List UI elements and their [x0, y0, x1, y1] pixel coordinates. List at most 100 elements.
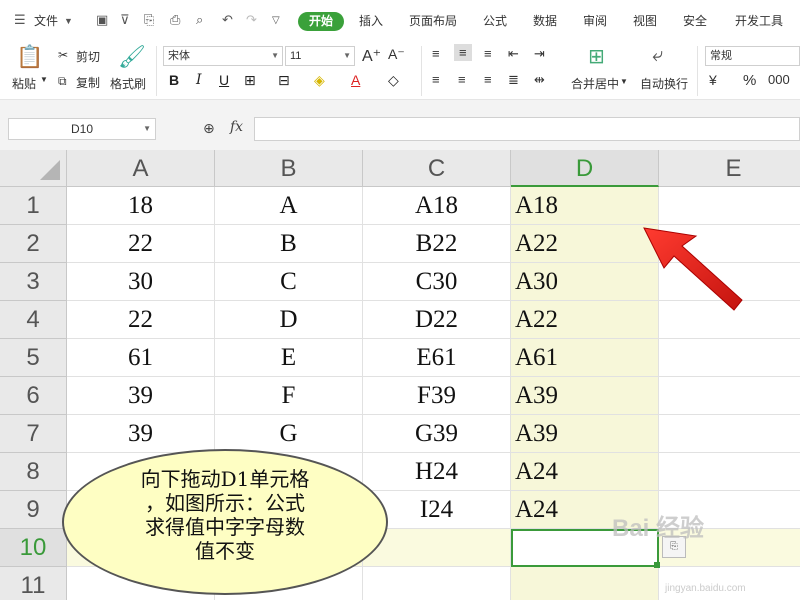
- tab-insert[interactable]: 插入: [359, 12, 383, 29]
- hamburger-menu-icon[interactable]: ☰: [14, 12, 26, 28]
- justify-icon[interactable]: ≣: [508, 72, 519, 88]
- column-header-e[interactable]: E: [659, 150, 800, 187]
- cell-d1[interactable]: A18: [511, 187, 659, 225]
- font-size-select[interactable]: 11 ▼: [285, 46, 355, 66]
- row-header-9[interactable]: 9: [0, 491, 67, 529]
- zoom-icon[interactable]: ⊕: [203, 120, 215, 137]
- format-painter-icon[interactable]: 🖌: [118, 44, 146, 70]
- tab-data[interactable]: 数据: [533, 12, 557, 29]
- paste-icon[interactable]: 📋: [16, 44, 43, 70]
- paste-button[interactable]: 粘贴: [12, 75, 36, 92]
- tab-home[interactable]: 开始: [298, 12, 344, 31]
- align-middle-icon[interactable]: ≡: [454, 44, 472, 61]
- cell-d8[interactable]: A24: [511, 453, 659, 491]
- cell-b1[interactable]: A: [215, 187, 363, 225]
- chevron-down-icon[interactable]: ▼: [40, 75, 48, 84]
- underline-icon[interactable]: U: [219, 72, 229, 88]
- copy-button[interactable]: 复制: [76, 74, 100, 91]
- redo-icon[interactable]: ↷: [246, 12, 257, 28]
- chevron-down-icon[interactable]: ▼: [620, 77, 628, 86]
- cell-e5[interactable]: [659, 339, 800, 377]
- cell-d2[interactable]: A22: [511, 225, 659, 263]
- cell-a4[interactable]: 22: [67, 301, 215, 339]
- cell-c7[interactable]: G39: [363, 415, 511, 453]
- indent-increase-icon[interactable]: ⇥: [534, 46, 545, 62]
- row-header-8[interactable]: 8: [0, 453, 67, 491]
- cell-d4[interactable]: A22: [511, 301, 659, 339]
- align-right-icon[interactable]: ≡: [484, 72, 492, 87]
- formula-input[interactable]: [254, 117, 800, 141]
- cell-c3[interactable]: C30: [363, 263, 511, 301]
- cell-a2[interactable]: 22: [67, 225, 215, 263]
- merge-center-button[interactable]: 合并居中: [571, 75, 619, 92]
- cell-d7[interactable]: A39: [511, 415, 659, 453]
- cell-c11[interactable]: [363, 567, 511, 600]
- align-left-icon[interactable]: ≡: [432, 72, 440, 87]
- fill-color-icon[interactable]: ◈: [314, 72, 325, 89]
- bold-icon[interactable]: B: [169, 72, 179, 88]
- cell-e8[interactable]: [659, 453, 800, 491]
- align-center-icon[interactable]: ≡: [458, 72, 466, 87]
- select-all-button[interactable]: [0, 150, 67, 187]
- row-header-7[interactable]: 7: [0, 415, 67, 453]
- font-color-icon[interactable]: A: [351, 72, 360, 88]
- row-header-3[interactable]: 3: [0, 263, 67, 301]
- cell-c1[interactable]: A18: [363, 187, 511, 225]
- cell-b3[interactable]: C: [215, 263, 363, 301]
- currency-icon[interactable]: ¥: [709, 72, 717, 88]
- cut-button[interactable]: 剪切: [76, 48, 100, 65]
- print-icon[interactable]: ⎙: [170, 12, 180, 28]
- thousands-separator-icon[interactable]: 000: [768, 72, 790, 87]
- customize-toolbar-icon[interactable]: ▽: [272, 15, 280, 26]
- italic-icon[interactable]: I: [196, 72, 202, 88]
- cell-a7[interactable]: 39: [67, 415, 215, 453]
- row-header-10[interactable]: 10: [0, 529, 67, 567]
- tab-view[interactable]: 视图: [633, 12, 657, 29]
- row-header-4[interactable]: 4: [0, 301, 67, 339]
- tab-page-layout[interactable]: 页面布局: [409, 12, 457, 29]
- font-name-select[interactable]: 宋体 ▼: [163, 46, 283, 66]
- cell-b2[interactable]: B: [215, 225, 363, 263]
- fill-handle[interactable]: [654, 562, 660, 568]
- cell-a3[interactable]: 30: [67, 263, 215, 301]
- cell-d3[interactable]: A30: [511, 263, 659, 301]
- tab-security[interactable]: 安全: [683, 12, 707, 29]
- export-icon[interactable]: ⎘: [144, 12, 154, 28]
- tab-formulas[interactable]: 公式: [483, 12, 507, 29]
- cell-a5[interactable]: 61: [67, 339, 215, 377]
- cell-c8[interactable]: H24: [363, 453, 511, 491]
- save-icon[interactable]: ▣: [96, 12, 108, 28]
- column-header-a[interactable]: A: [67, 150, 215, 187]
- column-header-d[interactable]: D: [511, 150, 659, 187]
- cell-d11[interactable]: [511, 567, 659, 600]
- cell-c2[interactable]: B22: [363, 225, 511, 263]
- wrap-text-button[interactable]: 自动换行: [640, 75, 688, 92]
- indent-decrease-icon[interactable]: ⇤: [508, 46, 519, 62]
- file-menu[interactable]: 文件: [34, 12, 58, 29]
- cell-style-icon[interactable]: ⊟: [278, 72, 290, 89]
- tab-review[interactable]: 审阅: [583, 12, 607, 29]
- chevron-down-icon[interactable]: ▼: [64, 16, 73, 26]
- name-box[interactable]: D10 ▼: [8, 118, 156, 140]
- cell-a1[interactable]: 18: [67, 187, 215, 225]
- cell-c5[interactable]: E61: [363, 339, 511, 377]
- row-header-1[interactable]: 1: [0, 187, 67, 225]
- filter-icon[interactable]: ⊽: [120, 12, 130, 28]
- cell-d5[interactable]: A61: [511, 339, 659, 377]
- row-header-5[interactable]: 5: [0, 339, 67, 377]
- row-header-11[interactable]: 11: [0, 567, 67, 600]
- increase-font-icon[interactable]: A⁺: [362, 46, 381, 66]
- column-header-c[interactable]: C: [363, 150, 511, 187]
- format-painter-button[interactable]: 格式刷: [110, 75, 146, 92]
- align-bottom-icon[interactable]: ≡: [484, 46, 492, 61]
- number-format-select[interactable]: 常规: [705, 46, 800, 66]
- borders-icon[interactable]: ⊞: [244, 72, 256, 89]
- cell-b5[interactable]: E: [215, 339, 363, 377]
- wrap-text-icon[interactable]: ⤶: [652, 44, 663, 67]
- cell-c4[interactable]: D22: [363, 301, 511, 339]
- cell-e6[interactable]: [659, 377, 800, 415]
- cell-c6[interactable]: F39: [363, 377, 511, 415]
- percent-icon[interactable]: %: [743, 72, 756, 89]
- cell-e7[interactable]: [659, 415, 800, 453]
- copy-icon[interactable]: ⧉: [58, 74, 67, 89]
